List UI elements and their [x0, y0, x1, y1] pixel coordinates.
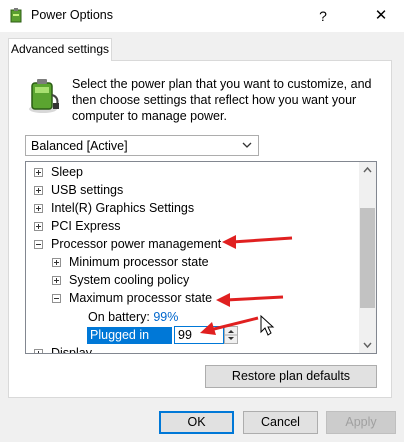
title-bar: Power Options ? ✕ [0, 0, 404, 32]
chevron-down-icon [242, 142, 252, 148]
on-battery-label: On battery: [88, 310, 150, 324]
on-battery-value[interactable]: 99% [153, 310, 178, 324]
tree-item-label: Sleep [51, 165, 83, 179]
expand-plus-icon[interactable] [52, 258, 61, 267]
tree-item-label: PCI Express [51, 219, 121, 233]
caret-down-icon [228, 337, 234, 340]
expand-plus-icon[interactable] [34, 186, 43, 195]
expand-plus-icon[interactable] [34, 168, 43, 177]
power-plan-select[interactable]: Balanced [Active] [25, 135, 259, 156]
power-plan-selected: Balanced [Active] [31, 139, 128, 153]
window-title: Power Options [31, 8, 113, 22]
collapse-minus-icon[interactable] [52, 294, 61, 303]
tree-item-label: Intel(R) Graphics Settings [51, 201, 195, 215]
cancel-button[interactable]: Cancel [243, 411, 318, 434]
tree-item-label: Processor power management [51, 237, 222, 251]
expand-plus-icon[interactable] [34, 222, 43, 231]
caret-up-icon [228, 330, 234, 333]
expand-plus-icon[interactable] [52, 276, 61, 285]
scroll-up-icon [363, 166, 372, 173]
plugged-in-stepper[interactable] [224, 326, 238, 344]
help-button[interactable]: ? [300, 0, 346, 32]
scroll-thumb[interactable] [360, 208, 375, 308]
plugged-in-label: Plugged in (%): [87, 327, 172, 353]
battery-plan-icon [23, 75, 63, 115]
tree-item-label: System cooling policy [69, 273, 190, 287]
close-button[interactable]: ✕ [358, 0, 404, 32]
scroll-down-icon [363, 342, 372, 349]
tree-item-label: Minimum processor state [69, 255, 209, 269]
apply-button[interactable]: Apply [326, 411, 396, 434]
intro-text: Select the power plan that you want to c… [72, 77, 372, 123]
power-options-icon [9, 8, 23, 23]
restore-plan-defaults-button[interactable]: Restore plan defaults [205, 365, 377, 388]
tab-advanced-settings[interactable]: Advanced settings [8, 38, 112, 61]
plugged-in-input[interactable]: 99 [174, 326, 224, 344]
tree-scrollbar[interactable] [359, 162, 376, 353]
tree-item-label: USB settings [51, 183, 124, 197]
expand-plus-icon[interactable] [34, 349, 43, 353]
collapse-minus-icon[interactable] [34, 240, 43, 249]
tree-item-label: Maximum processor state [69, 291, 213, 305]
ok-button[interactable]: OK [159, 411, 234, 434]
tree-item-label: Display [51, 346, 92, 354]
settings-tree: Sleep USB settings Intel(R) Graphics Set… [25, 161, 377, 354]
on-battery-setting[interactable]: On battery: 99% [88, 309, 178, 326]
expand-plus-icon[interactable] [34, 204, 43, 213]
